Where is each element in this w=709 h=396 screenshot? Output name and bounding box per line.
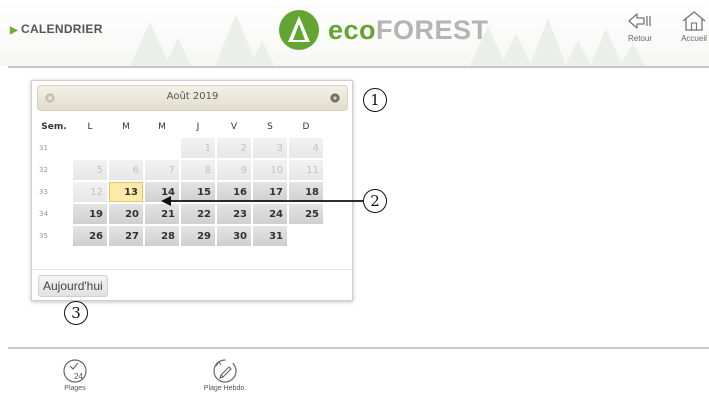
clock-24-icon: 24 bbox=[63, 359, 87, 383]
plage-hebdo-label: Plage Hebdo. bbox=[203, 385, 247, 392]
calendar-footer-divider bbox=[32, 269, 352, 270]
calendar-day-past: 4 bbox=[289, 138, 323, 158]
weekday-header: S bbox=[267, 122, 273, 132]
calendar-day-today[interactable]: 13 bbox=[109, 182, 143, 202]
calendar-day-past: 3 bbox=[253, 138, 287, 158]
breadcrumb: ▶ CALENDRIER bbox=[10, 22, 103, 36]
today-button[interactable]: Aujourd'hui bbox=[38, 275, 108, 297]
calendar-empty-cell bbox=[109, 138, 143, 158]
callout-3: 3 bbox=[64, 301, 88, 325]
calendar-day[interactable]: 28 bbox=[145, 226, 179, 246]
week-number: 35 bbox=[39, 232, 48, 240]
next-month-button[interactable] bbox=[329, 92, 341, 104]
weekday-header: V bbox=[230, 122, 238, 132]
weekday-header: J bbox=[196, 122, 200, 132]
weekday-header: M bbox=[158, 122, 166, 132]
calendar-day-past: 7 bbox=[145, 160, 179, 180]
brand-logo: ecoFOREST bbox=[278, 9, 489, 51]
back-arrow-icon bbox=[628, 13, 651, 29]
week-number-header: Sem. bbox=[41, 122, 67, 132]
brand-eco-text: eco bbox=[328, 15, 377, 45]
accueil-button[interactable]: Accueil bbox=[669, 10, 709, 56]
breadcrumb-arrow-icon: ▶ bbox=[10, 25, 18, 36]
plages-button[interactable]: 24 Plages bbox=[58, 358, 92, 392]
plages-label: Plages bbox=[64, 385, 86, 392]
calendar-day[interactable]: 29 bbox=[181, 226, 215, 246]
retour-button[interactable]: Retour bbox=[615, 10, 665, 56]
accueil-label: Accueil bbox=[681, 34, 707, 43]
calendar-empty-cell bbox=[289, 226, 323, 246]
home-icon bbox=[682, 11, 706, 31]
calendar-day[interactable]: 19 bbox=[73, 204, 107, 224]
brand-forest-text: FOREST bbox=[376, 15, 489, 45]
calendar-week-row: 35 26 27 28 29 30 31 bbox=[37, 226, 323, 246]
week-number: 33 bbox=[39, 188, 48, 196]
calendar-empty-cell bbox=[73, 138, 107, 158]
calendar-day-past: 5 bbox=[73, 160, 107, 180]
calendar-day[interactable]: 27 bbox=[109, 226, 143, 246]
week-number: 31 bbox=[39, 144, 48, 152]
calendar-day-past: 8 bbox=[181, 160, 215, 180]
calendar-week-row: 32 5 6 7 8 9 10 11 bbox=[37, 160, 323, 180]
next-month-icon bbox=[330, 93, 340, 103]
breadcrumb-label: CALENDRIER bbox=[21, 22, 103, 36]
calendar-day[interactable]: 20 bbox=[109, 204, 143, 224]
header-divider bbox=[8, 66, 709, 68]
calendar-day-past: 9 bbox=[217, 160, 251, 180]
calendar-day[interactable]: 26 bbox=[73, 226, 107, 246]
app-header: ▶ CALENDRIER ecoFOREST Retour Accueil bbox=[0, 0, 709, 66]
calendar-day-past: 11 bbox=[289, 160, 323, 180]
calendar-empty-cell bbox=[145, 138, 179, 158]
calendar-day-past: 12 bbox=[73, 182, 107, 202]
calendar-day-past: 1 bbox=[181, 138, 215, 158]
callout-2: 2 bbox=[363, 189, 387, 213]
week-number: 34 bbox=[39, 210, 48, 218]
calendar-grid: Sem. L M M J V S D 31 1 2 3 4 32 5 6 7 8… bbox=[35, 116, 325, 248]
callout-arrow bbox=[161, 196, 363, 206]
week-number: 32 bbox=[39, 166, 48, 174]
calendar-day-past: 2 bbox=[217, 138, 251, 158]
plages-badge-text: 24 bbox=[74, 372, 83, 381]
weekday-header: D bbox=[302, 122, 310, 132]
calendar-day[interactable]: 30 bbox=[217, 226, 251, 246]
retour-label: Retour bbox=[627, 34, 652, 43]
month-title: Août 2019 bbox=[166, 91, 219, 102]
calendar-day-past: 6 bbox=[109, 160, 143, 180]
plage-hebdo-button[interactable]: Plage Hebdo. bbox=[190, 358, 260, 392]
weekday-header: M bbox=[122, 122, 130, 132]
calendar-day-past: 10 bbox=[253, 160, 287, 180]
weekly-pencil-icon bbox=[213, 359, 237, 383]
toolbar-divider bbox=[8, 347, 709, 349]
calendar-widget: Août 2019 Sem. L M M J V S D 31 1 2 3 4 … bbox=[31, 80, 353, 301]
calendar-day[interactable]: 31 bbox=[253, 226, 287, 246]
callout-1: 1 bbox=[363, 88, 387, 112]
weekday-header: L bbox=[87, 122, 93, 132]
ecoforest-leaf-logo-icon bbox=[279, 10, 319, 50]
calendar-week-row: 31 1 2 3 4 bbox=[37, 138, 323, 158]
calendar-header: Août 2019 bbox=[37, 85, 348, 111]
